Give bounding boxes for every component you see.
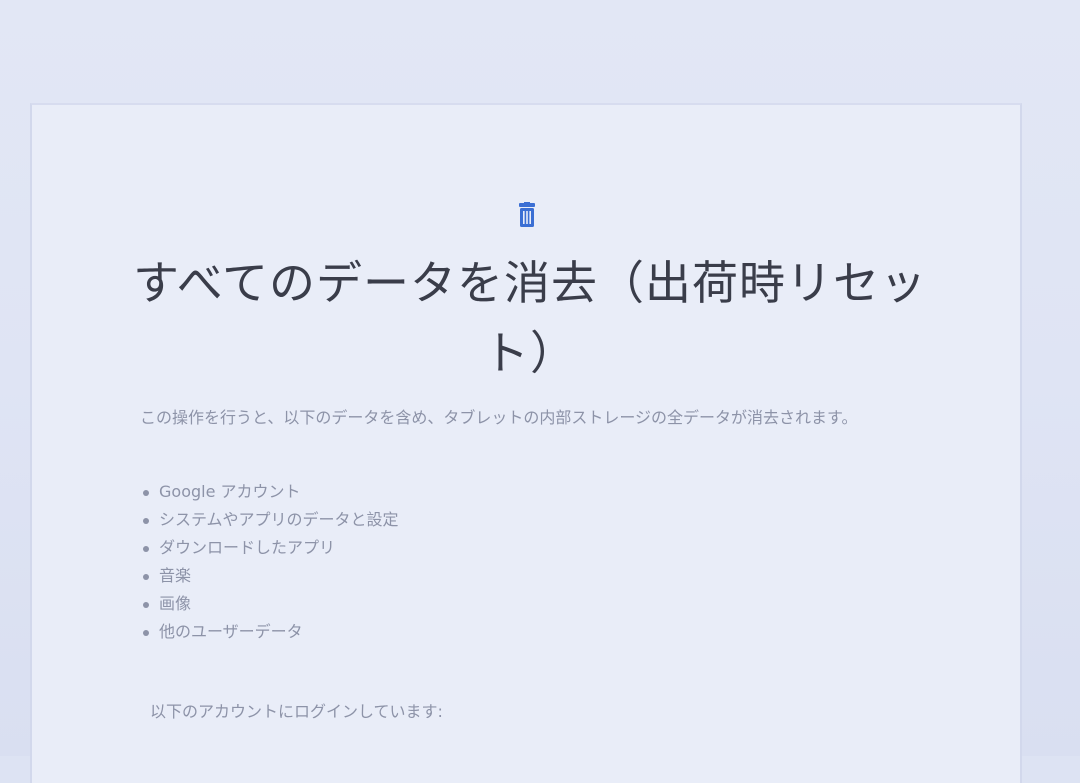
bullet-dot	[143, 517, 149, 524]
bullet-dot	[143, 545, 149, 552]
bullet-dot	[143, 573, 149, 580]
list-item-label: Google アカウント	[159, 482, 301, 501]
list-item: ダウンロードしたアプリ	[143, 534, 399, 562]
logged-in-accounts-heading: 以下のアカウントにログインしています:	[150, 702, 443, 721]
list-item: 画像	[143, 590, 399, 618]
trash-icon	[515, 202, 539, 228]
list-item: 音楽	[143, 562, 399, 590]
list-item: Google アカウント	[143, 478, 399, 506]
list-item-label: システムやアプリのデータと設定	[159, 510, 399, 529]
list-item-label: 音楽	[159, 566, 192, 585]
bullet-dot	[143, 629, 149, 636]
bullet-dot	[143, 601, 149, 608]
page-title: すべてのデータを消去（出荷時リセット）	[133, 256, 927, 380]
list-item-label: 他のユーザーデータ	[159, 622, 303, 641]
bullet-dot	[143, 489, 149, 496]
list-item: システムやアプリのデータと設定	[143, 506, 399, 534]
list-item-label: 画像	[159, 594, 192, 613]
list-item: 他のユーザーデータ	[143, 618, 399, 646]
data-to-erase-list: Google アカウント システムやアプリのデータと設定 ダウンロードしたアプリ…	[143, 478, 399, 646]
reset-description: この操作を行うと、以下のデータを含め、タブレットの内部ストレージの全データが消去…	[140, 408, 858, 427]
list-item-label: ダウンロードしたアプリ	[159, 538, 336, 557]
